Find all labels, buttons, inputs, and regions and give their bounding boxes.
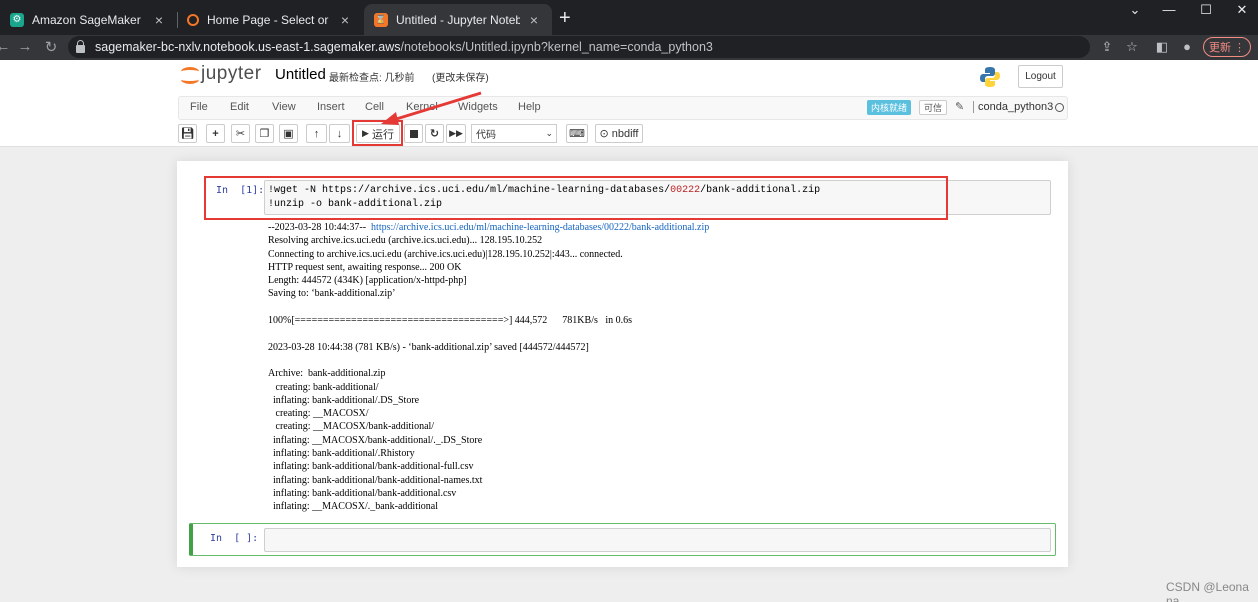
annotation-arrow-icon — [381, 91, 482, 125]
watermark: CSDN @Leona na — [1166, 580, 1249, 602]
